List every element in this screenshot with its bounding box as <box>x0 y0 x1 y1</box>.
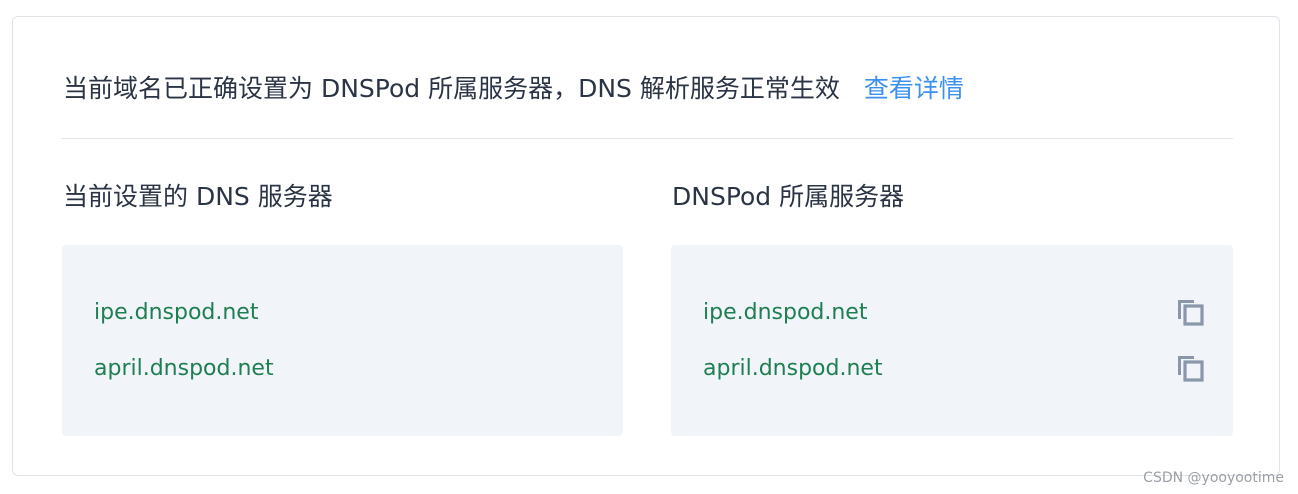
server-name: ipe.dnspod.net <box>94 299 259 325</box>
list-item: ipe.dnspod.net <box>94 297 591 327</box>
copy-icon[interactable] <box>1175 297 1205 327</box>
dnspod-servers-panel: ipe.dnspod.net april.dnspod.net <box>671 245 1233 436</box>
list-item: april.dnspod.net <box>703 353 1204 383</box>
divider <box>61 138 1233 139</box>
status-line: 当前域名已正确设置为 DNSPod 所属服务器，DNS 解析服务正常生效 查看详… <box>63 69 964 105</box>
dns-status-card: 当前域名已正确设置为 DNSPod 所属服务器，DNS 解析服务正常生效 查看详… <box>12 16 1280 476</box>
dnspod-servers-title: DNSPod 所属服务器 <box>672 182 905 211</box>
status-message: 当前域名已正确设置为 DNSPod 所属服务器，DNS 解析服务正常生效 <box>63 74 840 103</box>
copy-icon[interactable] <box>1175 353 1205 383</box>
list-item: ipe.dnspod.net <box>703 297 1204 327</box>
watermark: CSDN @yooyootime <box>1143 470 1284 486</box>
view-details-link[interactable]: 查看详情 <box>864 69 964 105</box>
server-name: april.dnspod.net <box>703 355 883 381</box>
list-item: april.dnspod.net <box>94 353 591 383</box>
server-name: april.dnspod.net <box>94 355 274 381</box>
current-servers-panel: ipe.dnspod.net april.dnspod.net <box>62 245 623 436</box>
server-name: ipe.dnspod.net <box>703 299 868 325</box>
current-servers-title: 当前设置的 DNS 服务器 <box>63 182 333 211</box>
